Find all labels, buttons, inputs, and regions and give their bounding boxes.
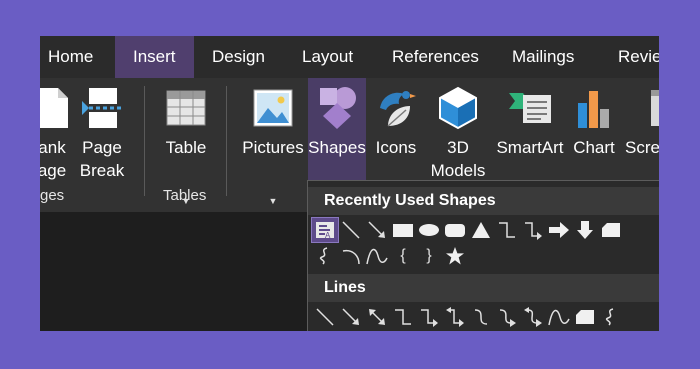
tab-layout[interactable]: Layout: [302, 36, 353, 78]
line-double-arrow-shape-icon[interactable]: [364, 305, 390, 329]
elbow-arrow-connector-shape-icon[interactable]: [416, 305, 442, 329]
elbow-connector-shape-icon[interactable]: [494, 218, 520, 242]
screenshot-label: Scre: [625, 138, 659, 157]
snip-rectangle-shape-icon[interactable]: [598, 218, 624, 242]
elbow-arrow-connector-shape-icon[interactable]: [520, 218, 546, 242]
blank-page-icon: [40, 84, 74, 132]
recently-used-shapes-heading: Recently Used Shapes: [308, 187, 659, 215]
line-arrow-shape-icon[interactable]: [338, 305, 364, 329]
lines-shapes-row: [312, 305, 624, 329]
tables-group-label: Tables: [163, 187, 207, 204]
ribbon-separator: [144, 86, 145, 196]
recent-shapes-row-2: { }: [312, 244, 468, 268]
smartart-label: SmartArt: [496, 138, 564, 157]
shapes-gallery-panel: Recently Used Shapes A { } Lines: [307, 180, 659, 331]
tab-references[interactable]: References: [392, 36, 479, 78]
chart-icon: [570, 84, 618, 132]
screenshot-icon: [623, 84, 659, 132]
table-label: Table: [165, 138, 207, 157]
scribble-shape-icon[interactable]: [312, 244, 338, 268]
oval-shape-icon[interactable]: [416, 218, 442, 242]
right-arrow-shape-icon[interactable]: [546, 218, 572, 242]
arc-shape-icon[interactable]: [338, 244, 364, 268]
tab-insert[interactable]: Insert: [115, 36, 194, 78]
elbow-double-arrow-connector-shape-icon[interactable]: [442, 305, 468, 329]
rounded-rectangle-shape-icon[interactable]: [442, 218, 468, 242]
curve-shape-icon[interactable]: [546, 305, 572, 329]
left-brace-shape-icon[interactable]: {: [390, 244, 416, 268]
smartart-icon: [491, 84, 569, 132]
right-brace-shape-icon[interactable]: }: [416, 244, 442, 268]
icons-label: Icons: [375, 138, 417, 157]
triangle-shape-icon[interactable]: [468, 218, 494, 242]
curve-shape-icon[interactable]: [364, 244, 390, 268]
page-break-icon: [76, 84, 128, 132]
pages-group-label: ges: [40, 187, 65, 204]
3d-models-label: 3D Models: [430, 138, 486, 180]
down-arrow-shape-icon[interactable]: [572, 218, 598, 242]
page-break-label: Page Break: [79, 138, 125, 180]
svg-text:A: A: [325, 231, 331, 239]
rectangle-shape-icon[interactable]: [390, 218, 416, 242]
tab-review[interactable]: Review: [618, 36, 659, 78]
blank-page-label: ank age: [40, 138, 67, 180]
tab-design[interactable]: Design: [212, 36, 265, 78]
curved-arrow-connector-shape-icon[interactable]: [494, 305, 520, 329]
pictures-label: Pictures: [242, 138, 304, 157]
recent-shapes-row-1: A: [311, 217, 624, 243]
line-arrow-shape-icon[interactable]: [364, 218, 390, 242]
scribble-shape-icon[interactable]: [598, 305, 624, 329]
shapes-label: Shapes: [308, 138, 366, 157]
lines-heading: Lines: [308, 274, 659, 302]
tab-home[interactable]: Home: [48, 36, 93, 78]
shapes-icon: [308, 84, 366, 132]
page-break-button[interactable]: Page Break: [76, 78, 128, 208]
curved-connector-shape-icon[interactable]: [468, 305, 494, 329]
elbow-connector-shape-icon[interactable]: [390, 305, 416, 329]
text-box-shape-icon[interactable]: A: [311, 217, 339, 243]
tab-mailings[interactable]: Mailings: [512, 36, 574, 78]
icons-icon: [370, 84, 422, 132]
ribbon-separator: [226, 86, 227, 196]
pictures-icon: [240, 84, 306, 132]
cube-icon: [426, 84, 490, 132]
line-shape-icon[interactable]: [338, 218, 364, 242]
word-window: Home Insert Design Layout References Mai…: [40, 36, 659, 331]
line-shape-icon[interactable]: [312, 305, 338, 329]
chart-label: Chart: [573, 138, 615, 157]
freeform-shape-icon[interactable]: [572, 305, 598, 329]
pictures-dropdown-icon: ▼: [268, 196, 278, 206]
curved-double-arrow-connector-shape-icon[interactable]: [520, 305, 546, 329]
pictures-button[interactable]: Pictures ▼: [240, 78, 306, 208]
table-icon: [160, 84, 212, 132]
star-shape-icon[interactable]: [442, 244, 468, 268]
ribbon-tab-bar: Home Insert Design Layout References Mai…: [40, 36, 659, 78]
